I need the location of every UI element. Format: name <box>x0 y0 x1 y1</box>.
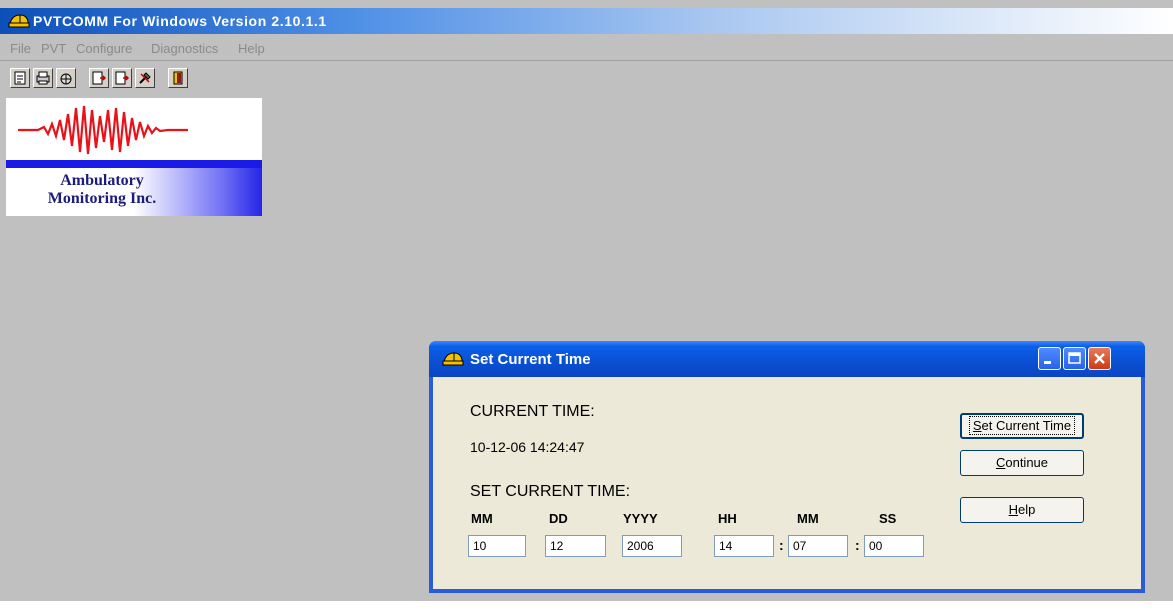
menubar: File PVT Configure Diagnostics Help <box>0 38 1173 61</box>
time-separator: : <box>855 537 860 553</box>
month-input[interactable]: 10 <box>468 535 526 557</box>
window-bottom-edge <box>0 601 1173 614</box>
year-label: YYYY <box>623 511 658 526</box>
current-time-value: 10-12-06 14:24:47 <box>470 439 585 455</box>
maximize-icon <box>1068 352 1081 364</box>
menu-diagnostics[interactable]: Diagnostics <box>151 41 218 56</box>
menu-file[interactable]: File <box>10 41 31 56</box>
day-label: DD <box>549 511 568 526</box>
time-separator: : <box>779 537 784 553</box>
minimize-icon <box>1044 361 1051 364</box>
close-icon <box>1094 353 1105 364</box>
maximize-button[interactable] <box>1063 347 1086 370</box>
waveform-logo-icon <box>18 105 188 155</box>
minute-input[interactable]: 07 <box>788 535 848 557</box>
help-button[interactable]: Help <box>960 497 1084 523</box>
close-button[interactable] <box>1088 347 1111 370</box>
exit-door-icon[interactable] <box>168 68 188 88</box>
logo-text-line1: Ambulatory <box>60 172 144 189</box>
year-input[interactable]: 2006 <box>622 535 682 557</box>
app-icon <box>442 352 464 366</box>
current-time-heading: CURRENT TIME: <box>470 403 595 420</box>
export-icon[interactable] <box>112 68 132 88</box>
tools-icon[interactable] <box>135 68 155 88</box>
set-current-time-button[interactable]: Set Current Time <box>960 413 1084 439</box>
day-input[interactable]: 12 <box>545 535 606 557</box>
document-icon[interactable] <box>10 68 30 88</box>
second-input[interactable]: 00 <box>864 535 924 557</box>
logo-text-line2: Monitoring Inc. <box>47 190 157 207</box>
set-time-dialog: Set Current Time CURRENT TIME: 10-12-06 … <box>429 341 1145 593</box>
logo-blue-strip <box>6 160 262 168</box>
minute-label: MM <box>797 511 819 526</box>
logo-text-area: Ambulatory Monitoring Inc. <box>6 168 262 216</box>
hour-label: HH <box>718 511 737 526</box>
app-icon <box>8 14 30 28</box>
month-label: MM <box>471 511 493 526</box>
print-setup-icon[interactable] <box>33 68 53 88</box>
dialog-body: CURRENT TIME: 10-12-06 14:24:47 SET CURR… <box>433 377 1141 589</box>
set-time-heading: SET CURRENT TIME: <box>470 483 631 500</box>
lock-icon[interactable] <box>56 68 76 88</box>
dialog-title: Set Current Time <box>470 351 591 368</box>
main-window-title: PVTCOMM For Windows Version 2.10.1.1 <box>33 13 327 29</box>
hour-input[interactable]: 14 <box>714 535 774 557</box>
menu-configure[interactable]: Configure <box>76 41 132 56</box>
second-label: SS <box>879 511 897 526</box>
toolbar <box>0 66 300 94</box>
minimize-button[interactable] <box>1038 347 1061 370</box>
continue-button[interactable]: Continue <box>960 450 1084 476</box>
menu-help[interactable]: Help <box>238 41 265 56</box>
menu-pvt[interactable]: PVT <box>41 41 66 56</box>
main-titlebar: PVTCOMM For Windows Version 2.10.1.1 <box>0 8 1173 34</box>
import-icon[interactable] <box>89 68 109 88</box>
dialog-titlebar[interactable]: Set Current Time <box>429 341 1145 377</box>
company-logo: Ambulatory Monitoring Inc. <box>6 98 262 216</box>
